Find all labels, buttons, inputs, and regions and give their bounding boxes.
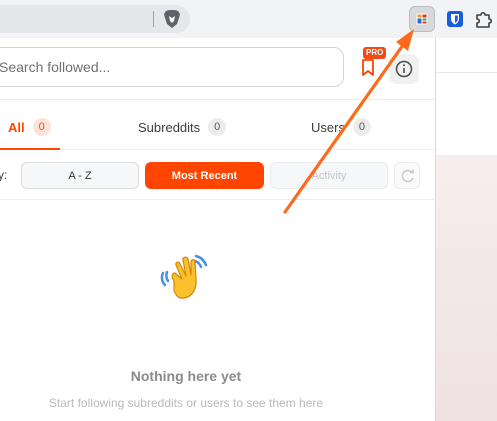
- refresh-button[interactable]: [394, 162, 420, 189]
- tab-all[interactable]: All 0: [8, 118, 51, 136]
- brave-lion-icon[interactable]: [163, 9, 181, 29]
- bookmark-icon: [362, 59, 374, 76]
- extensions-menu-button[interactable]: [472, 6, 497, 32]
- tab-count: 0: [208, 118, 227, 136]
- tab-count: 0: [32, 118, 51, 136]
- extension-popup: PRO All 0 Subreddits 0 Users 0 y: A - Z …: [0, 38, 436, 421]
- reddit-extension-icon: [415, 12, 429, 26]
- sort-activity-button[interactable]: Activity: [270, 162, 388, 189]
- empty-state-subtitle: Start following subreddits or users to s…: [48, 396, 324, 410]
- sort-most-recent-button[interactable]: Most Recent: [145, 162, 264, 189]
- info-button[interactable]: [389, 54, 419, 84]
- tab-count: 0: [352, 118, 371, 136]
- sort-bar: y: A - Z Most Recent Activity: [0, 150, 435, 200]
- tab-label: Subreddits: [138, 119, 201, 135]
- waving-hand-icon: [160, 254, 208, 299]
- search-input[interactable]: [0, 47, 344, 87]
- info-icon: [395, 60, 413, 78]
- tab-users[interactable]: Users 0: [311, 118, 371, 136]
- pro-badge: PRO: [363, 47, 387, 59]
- reddit-extension-button[interactable]: [409, 6, 435, 32]
- tab-subreddits[interactable]: Subreddits 0: [138, 118, 227, 136]
- background-divider: [436, 72, 497, 73]
- sort-az-button[interactable]: A - Z: [21, 162, 139, 189]
- background-hero: [436, 155, 497, 421]
- tab-label: Users: [311, 119, 345, 135]
- bitwarden-shield-icon: [447, 11, 463, 27]
- sort-label: y:: [0, 168, 8, 182]
- bitwarden-extension-button[interactable]: [442, 6, 468, 32]
- address-bar-separator: [153, 11, 154, 27]
- empty-state-title: Nothing here yet: [130, 368, 242, 384]
- address-bar[interactable]: [0, 5, 190, 33]
- tab-bar: All 0 Subreddits 0 Users 0: [0, 100, 435, 150]
- refresh-icon: [401, 169, 414, 183]
- browser-toolbar: [0, 0, 497, 38]
- puzzle-piece-icon: [476, 11, 493, 28]
- popup-header: PRO: [0, 38, 435, 100]
- tab-label: All: [8, 119, 25, 135]
